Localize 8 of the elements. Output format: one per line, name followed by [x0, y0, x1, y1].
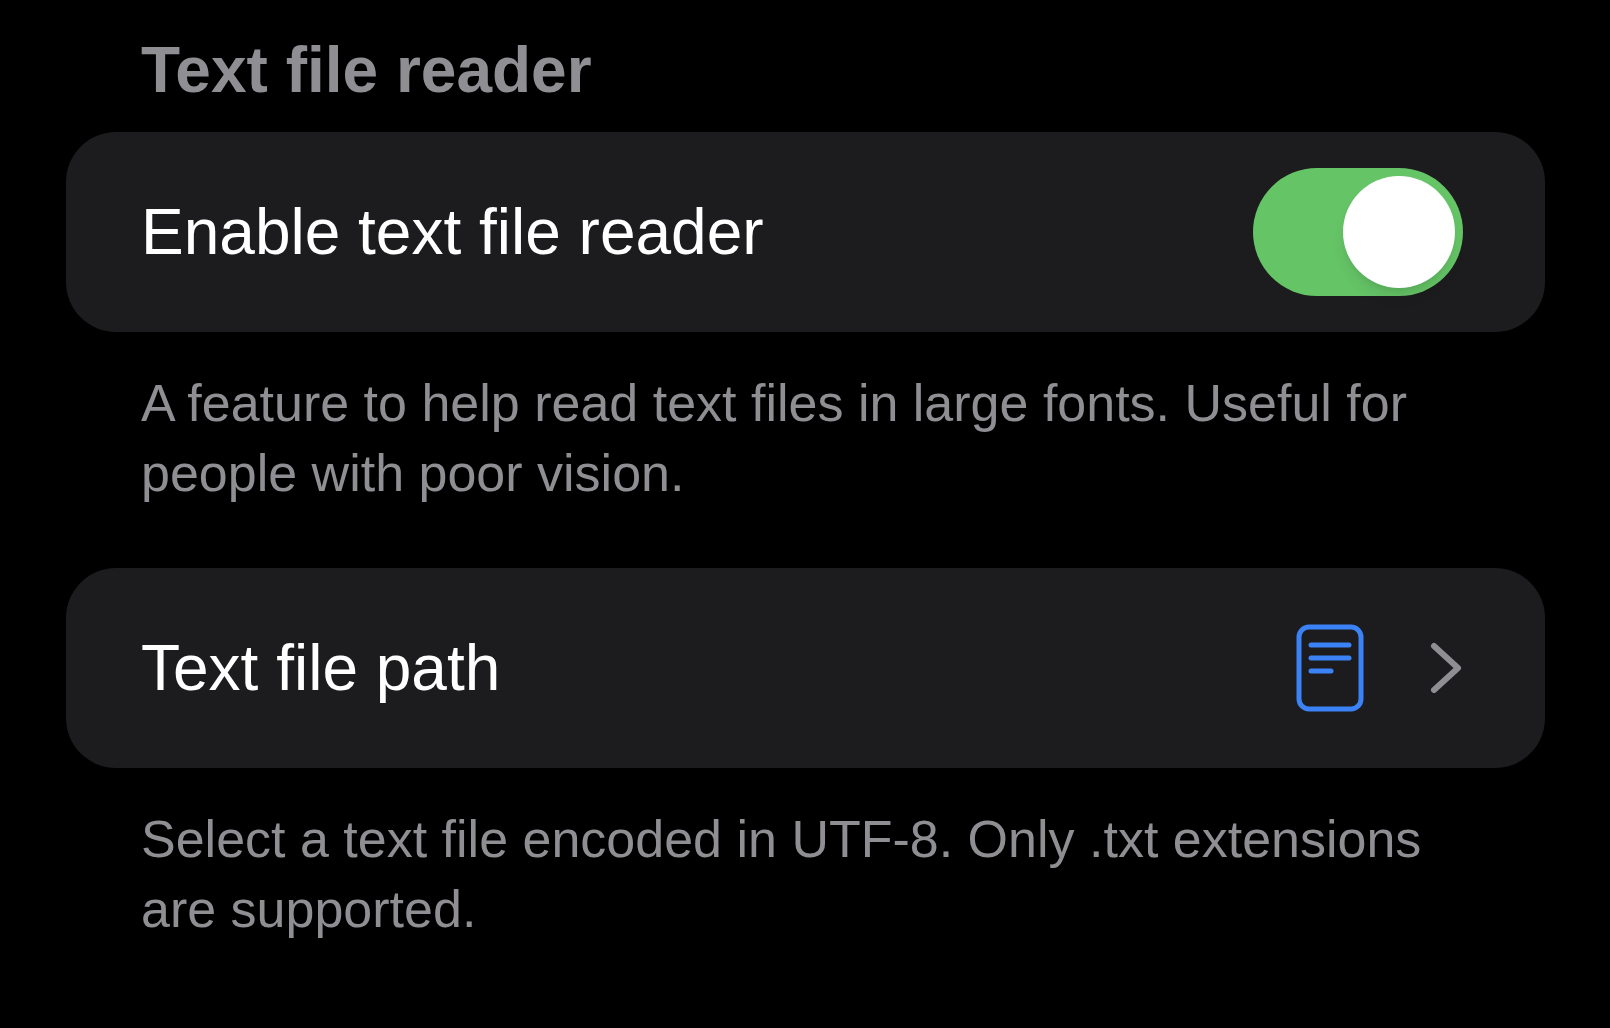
section-title: Text file reader — [140, 33, 593, 108]
document-icon — [1295, 623, 1365, 713]
setting-label: Text file path — [141, 631, 502, 706]
setting-label: Enable text file reader — [141, 195, 765, 270]
settings-card[interactable]: Text file path — [66, 568, 1545, 768]
chevron-right-icon — [1429, 642, 1463, 694]
setting-description: A feature to help read text files in large fonts. Useful for people with poor vision. — [140, 373, 1409, 504]
setting-description: Select a text file encoded in UTF-8. Only .txt extensions are supported. — [140, 809, 1423, 940]
